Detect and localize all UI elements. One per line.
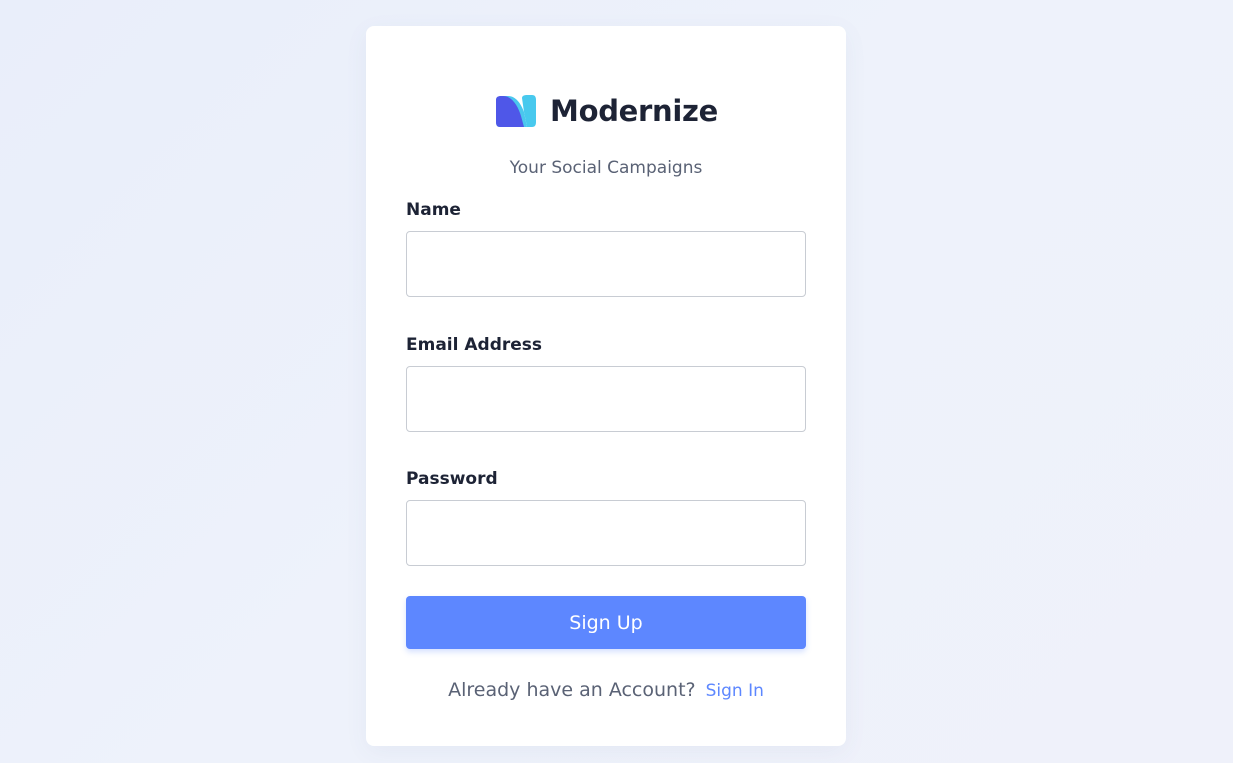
brand-name: Modernize (550, 94, 718, 128)
sign-in-link[interactable]: Sign In (706, 681, 764, 701)
email-label: Email Address (406, 335, 543, 355)
name-input[interactable] (406, 231, 806, 297)
tagline: Your Social Campaigns (509, 158, 703, 178)
name-label: Name (406, 200, 461, 220)
modernize-logo-icon (496, 95, 537, 127)
signup-card: Modernize Your Social Campaigns Name Ema… (366, 26, 846, 746)
password-label: Password (406, 469, 498, 489)
signin-prompt-text: Already have an Account? (448, 679, 696, 701)
signin-prompt: Already have an Account? Sign In (366, 679, 846, 701)
password-input[interactable] (406, 500, 806, 566)
email-input[interactable] (406, 366, 806, 432)
brand-logo[interactable]: Modernize (366, 94, 846, 128)
sign-up-button[interactable]: Sign Up (406, 596, 806, 649)
